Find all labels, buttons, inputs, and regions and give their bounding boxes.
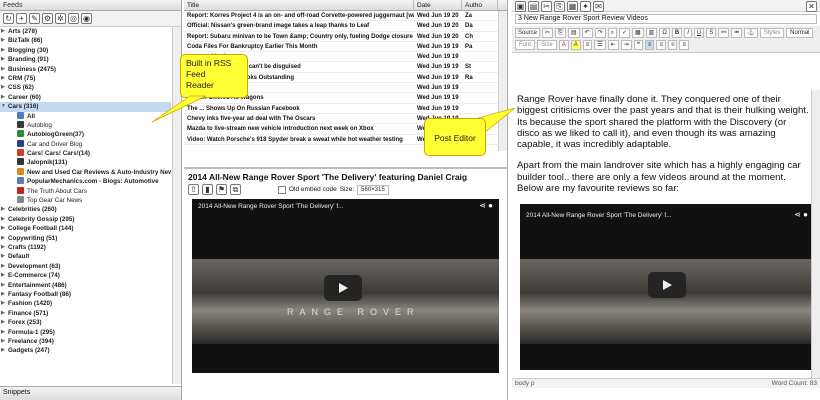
post-editor-callout: Post Editor bbox=[424, 118, 486, 156]
rss-pointer bbox=[151, 95, 207, 123]
callout-pointers bbox=[151, 95, 516, 139]
